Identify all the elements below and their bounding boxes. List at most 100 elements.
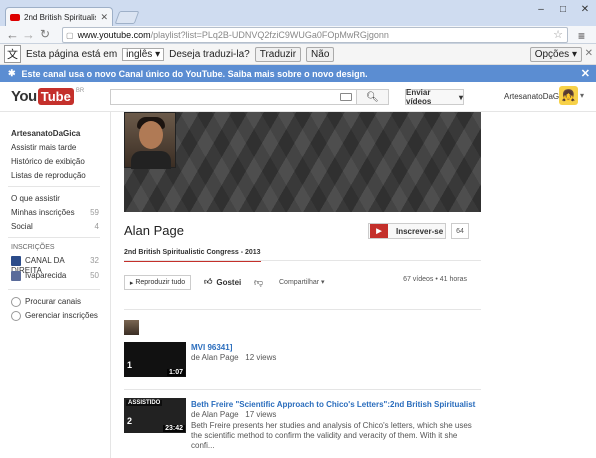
back-icon[interactable]: ← (6, 27, 19, 42)
translate-icon: 文 (4, 45, 21, 63)
window-controls: – □ ✕ (530, 0, 596, 18)
play-icon: ▸ (129, 279, 134, 287)
video-description: Beth Freire presents her studies and ana… (191, 421, 472, 450)
video-title[interactable]: MVI 96341] (191, 343, 232, 352)
guide-sidebar: ArtesanatoDaGica Assistir mais tarde His… (0, 112, 110, 458)
chrome-menu-icon[interactable]: ≡ (578, 29, 585, 43)
sidebar-divider (8, 186, 100, 187)
avatar[interactable]: 👧 (559, 86, 578, 105)
search-icon: 🔍︎ (366, 91, 379, 103)
watched-badge: ASSISTIDO (126, 400, 163, 406)
dislike-button[interactable]: 👎︎ (254, 277, 263, 288)
plus-circle-icon (11, 297, 21, 307)
translate-question: Deseja traduzi-la? (169, 48, 250, 60)
video-thumbnail[interactable]: ASSISTIDO 2 23:42 (124, 398, 186, 433)
divider (124, 260, 481, 261)
portrait-face (139, 121, 163, 149)
play-all-label: Reproduzir tudo (135, 279, 186, 286)
subscriptions-heading: INSCRIÇÕES (11, 244, 55, 251)
channel-notice-bar: ✱ Este canal usa o novo Canal único do Y… (0, 65, 596, 82)
video-meta: de Alan Page 12 views (191, 353, 277, 362)
divider (124, 309, 481, 310)
keyboard-icon[interactable] (340, 93, 352, 101)
owner-avatar[interactable] (124, 320, 139, 335)
sidebar-item-what-to-watch[interactable]: O que assistir (11, 194, 99, 203)
youtube-header: You Tube BR 🔍︎ Enviar vídeos ▾ Artesanat… (0, 82, 596, 112)
sidebar-item-history[interactable]: Histórico de exibição (11, 157, 99, 166)
portrait-body (131, 151, 171, 169)
channel-main: Alan Page ▶ Inscrever-se 64 2nd British … (110, 112, 482, 458)
notice-text[interactable]: Este canal usa o novo Canal único do You… (22, 69, 368, 79)
sidebar-browse-channels[interactable]: Procurar canais (11, 297, 99, 307)
youtube-logo[interactable]: You Tube BR (11, 88, 84, 105)
upload-label: Enviar vídeos (406, 88, 432, 106)
account-chevron-icon[interactable]: ▾ (580, 91, 584, 100)
language-select[interactable]: inglês ▾ (122, 47, 165, 61)
minimize-icon[interactable]: – (530, 0, 552, 18)
channel-name[interactable]: Alan Page (124, 223, 184, 238)
forward-icon[interactable]: → (22, 27, 35, 42)
sidebar-item-social[interactable]: Social 4 (11, 222, 99, 231)
close-window-icon[interactable]: ✕ (574, 0, 596, 18)
divider (124, 389, 481, 390)
thumbs-down-icon: 👎︎ (254, 277, 264, 287)
translate-bar: 文 Esta página está em inglês ▾ Deseja tr… (0, 44, 596, 65)
sidebar-divider (8, 289, 100, 290)
gear-icon (11, 311, 21, 321)
subscriber-count: 64 (451, 223, 469, 239)
close-translate-icon[interactable]: ✕ (585, 48, 593, 59)
thumbs-up-icon: 👍︎ (204, 277, 213, 286)
upload-button[interactable]: Enviar vídeos ▾ (405, 88, 464, 106)
no-button[interactable]: Não (306, 46, 335, 62)
video-thumbnail[interactable]: 1 1:07 (124, 342, 186, 377)
subscribe-label: Inscrever-se (396, 226, 444, 236)
channel-icon (11, 256, 21, 266)
video-title[interactable]: Beth Freire "Scientific Approach to Chic… (191, 400, 476, 409)
search-input[interactable] (110, 89, 357, 105)
options-button[interactable]: Opções ▾ (529, 47, 582, 62)
chevron-down-icon: ▾ (458, 92, 463, 102)
search-button[interactable]: 🔍︎ (356, 89, 389, 105)
like-label: Gostei (216, 277, 242, 287)
page-icon: ▢ (66, 30, 74, 40)
playlist-stats: 67 vídeos • 41 horas (403, 276, 467, 283)
channel-banner (124, 112, 481, 212)
browser-tab[interactable]: 2nd British Spiritualistic Congr ✕ (5, 7, 113, 26)
reload-icon[interactable]: ↻ (40, 27, 50, 41)
logo-tube: Tube (37, 88, 74, 105)
like-button[interactable]: 👍︎ Gostei (204, 277, 241, 287)
video-meta: de Alan Page 17 views (191, 410, 277, 419)
translate-prefix: Esta página está em (26, 48, 118, 60)
share-button[interactable]: Compartilhar ▾ (279, 278, 325, 286)
url-text: www.youtube.com/playlist?list=PLq2B-UDNV… (77, 30, 389, 40)
sidebar-divider (8, 237, 100, 238)
right-gutter (482, 112, 596, 458)
channel-profile-picture[interactable] (124, 112, 176, 169)
sidebar-user[interactable]: ArtesanatoDaGica (11, 129, 99, 138)
video-duration: 23:42 (163, 425, 185, 432)
bookmark-star-icon[interactable]: ☆ (553, 28, 563, 41)
tab-title: 2nd British Spiritualistic Congr (24, 12, 96, 22)
video-index: 1 (127, 360, 133, 370)
video-duration: 1:07 (166, 369, 185, 376)
logo-you: You (11, 88, 37, 105)
sidebar-item-my-subscriptions[interactable]: Minhas inscrições 59 (11, 208, 99, 217)
youtube-play-icon: ▶ (370, 224, 388, 238)
sidebar-sub-ivaparecida[interactable]: Ivaparecida 50 (11, 271, 99, 281)
play-all-button[interactable]: ▸ Reproduzir tudo (124, 275, 191, 290)
youtube-favicon-icon (10, 13, 20, 21)
close-notice-icon[interactable]: ✕ (581, 67, 590, 80)
translate-button[interactable]: Traduzir (254, 46, 302, 62)
logo-region: BR (75, 88, 85, 94)
video-index: 2 (127, 416, 133, 426)
channel-icon (11, 271, 21, 281)
sidebar-manage-subscriptions[interactable]: Gerenciar inscrições (11, 311, 99, 321)
star-icon: ✱ (8, 68, 16, 78)
sidebar-item-playlists[interactable]: Listas de reprodução (11, 171, 99, 180)
subscribe-button[interactable]: ▶ Inscrever-se (368, 223, 446, 239)
sidebar-item-watch-later[interactable]: Assistir mais tarde (11, 143, 99, 152)
maximize-icon[interactable]: □ (552, 0, 574, 18)
browser-toolbar: ← → ↻ ▢ www.youtube.com/playlist?list=PL… (0, 26, 596, 44)
close-tab-icon[interactable]: ✕ (100, 12, 108, 23)
address-bar[interactable]: ▢ www.youtube.com/playlist?list=PLq2B-UD… (62, 27, 568, 43)
